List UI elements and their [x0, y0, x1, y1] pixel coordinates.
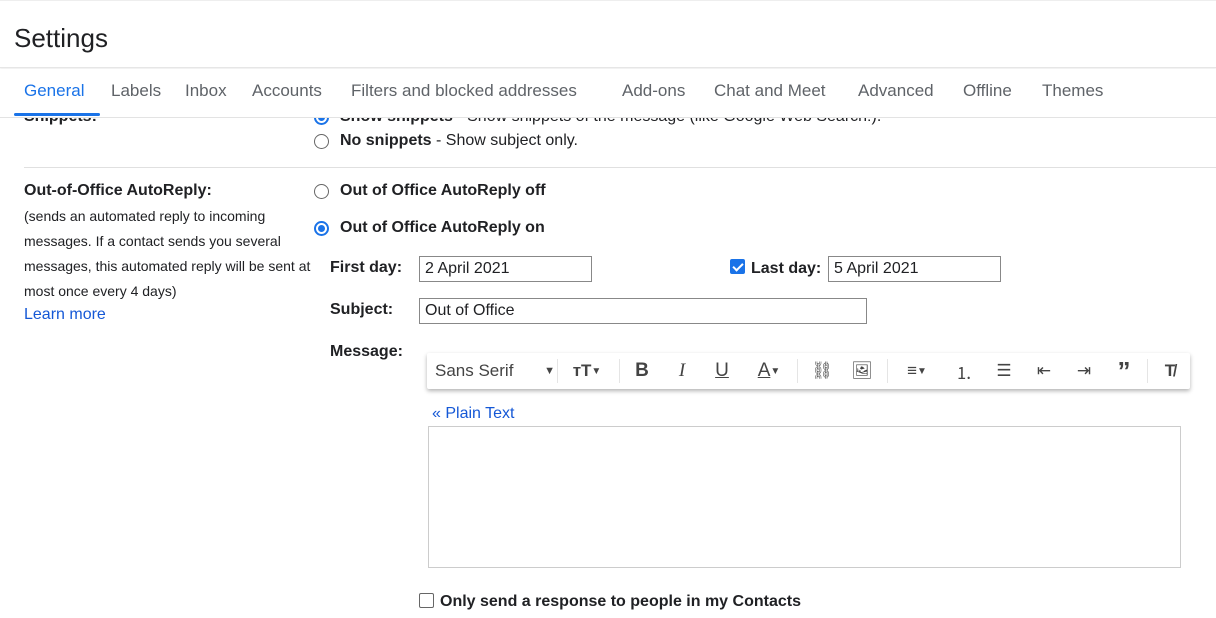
autoreply-on-label: Out of Office AutoReply on [340, 219, 545, 236]
autoreply-off-radio[interactable] [314, 184, 329, 199]
first-day-label: First day: [330, 259, 403, 276]
contacts-only-checkbox[interactable] [419, 593, 434, 608]
divider [1147, 359, 1148, 383]
text-color-icon[interactable]: A ▼ [749, 359, 789, 383]
contacts-only-label: Only send a response to people in my Con… [440, 593, 801, 610]
divider [557, 359, 558, 383]
tab-labels[interactable]: Labels [111, 81, 161, 101]
formatting-toolbar: Sans Serif ▼ ᴛT ▼ B I U A ▼ ⛓ 🖼 ≡ ▼ ⒈ ☰ ⇤ ⇥ … [427, 353, 1190, 389]
first-day-input[interactable] [419, 256, 592, 282]
indent-more-icon[interactable]: ⇥ [1071, 359, 1097, 383]
font-name: Sans Serif [435, 361, 514, 380]
align-icon[interactable]: ≡ ▼ [897, 359, 937, 383]
autoreply-label: Out-of-Office AutoReply: [24, 182, 212, 199]
tab-general[interactable]: General [24, 81, 84, 101]
page-title: Settings [14, 23, 108, 53]
link-icon[interactable]: ⛓ [809, 359, 835, 383]
image-icon[interactable]: 🖼 [849, 359, 875, 383]
message-editor[interactable] [428, 426, 1181, 568]
last-day-input[interactable] [828, 256, 1001, 282]
tab-inbox[interactable]: Inbox [185, 81, 227, 101]
indent-less-icon[interactable]: ⇤ [1031, 359, 1057, 383]
autoreply-on-radio[interactable] [314, 221, 329, 236]
bulleted-list-icon[interactable]: ☰ [991, 359, 1017, 383]
last-day-checkbox[interactable] [730, 259, 745, 274]
divider [797, 359, 798, 383]
autoreply-description: (sends an automated reply to incoming me… [24, 208, 311, 299]
tab-chat-and-meet[interactable]: Chat and Meet [714, 81, 826, 101]
chevron-down-icon: ▼ [544, 365, 555, 377]
tab-offline[interactable]: Offline [963, 81, 1012, 101]
bold-icon[interactable]: B [629, 359, 655, 383]
message-label: Message: [330, 343, 403, 360]
subject-label: Subject: [330, 301, 394, 318]
active-tab-indicator [14, 113, 100, 116]
font-select[interactable]: Sans Serif ▼ [435, 359, 555, 383]
tab-add-ons[interactable]: Add-ons [622, 81, 685, 101]
remove-formatting-icon[interactable]: T̸ [1157, 359, 1183, 383]
text-size-icon[interactable]: ᴛT ▼ [565, 359, 609, 383]
subject-input[interactable] [419, 298, 867, 324]
plain-text-link[interactable]: « Plain Text [432, 405, 514, 423]
no-snippets-text: No snippets - Show subject only. [340, 132, 578, 149]
tab-advanced[interactable]: Advanced [858, 81, 934, 101]
settings-tabs: General Labels Inbox Accounts Filters an… [0, 69, 1216, 118]
tab-filters[interactable]: Filters and blocked addresses [351, 81, 577, 101]
divider [887, 359, 888, 383]
divider [24, 167, 1216, 168]
tab-accounts[interactable]: Accounts [252, 81, 322, 101]
italic-icon[interactable]: I [669, 359, 695, 383]
tab-themes[interactable]: Themes [1042, 81, 1103, 101]
no-snippets-radio[interactable] [314, 134, 329, 149]
divider [619, 359, 620, 383]
learn-more-link[interactable]: Learn more [24, 306, 106, 324]
header: Settings [0, 0, 1216, 68]
autoreply-off-label: Out of Office AutoReply off [340, 182, 546, 199]
numbered-list-icon[interactable]: ⒈ [951, 359, 977, 383]
underline-icon[interactable]: U [709, 359, 735, 383]
last-day-label: Last day: [751, 260, 822, 277]
quote-icon[interactable]: ” [1111, 356, 1137, 386]
